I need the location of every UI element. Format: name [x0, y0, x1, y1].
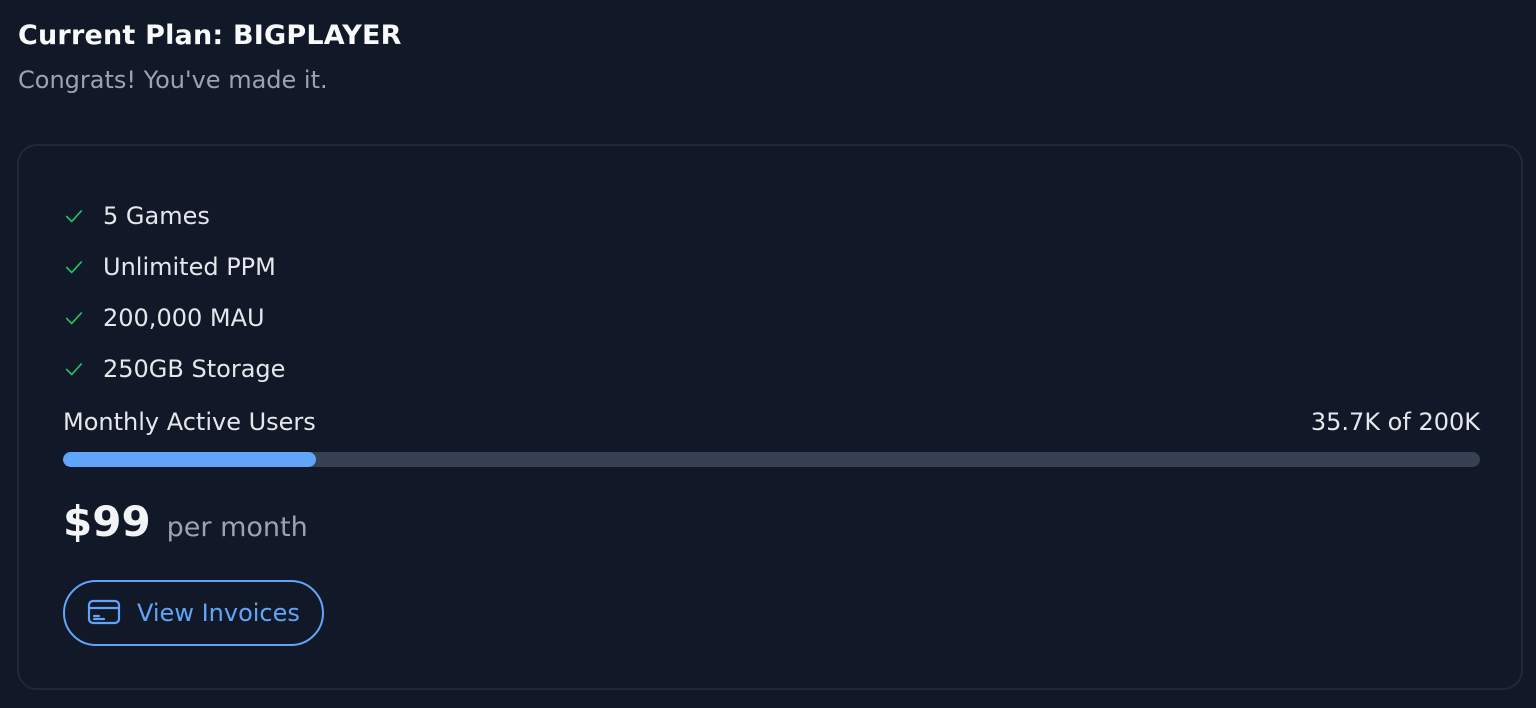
usage-progress-bar [63, 452, 1480, 467]
feature-label: 200,000 MAU [103, 303, 265, 332]
view-invoices-button[interactable]: View Invoices [63, 580, 324, 646]
feature-label: 5 Games [103, 201, 210, 230]
price-period: per month [166, 512, 308, 543]
plan-subtitle: Congrats! You've made it. [18, 66, 328, 94]
billing-page: Current Plan: BIGPLAYER Congrats! You've… [0, 0, 1536, 708]
usage-header: Monthly Active Users 35.7K of 200K [63, 406, 1480, 438]
credit-card-icon [87, 598, 121, 629]
feature-item: Unlimited PPM [63, 241, 285, 292]
feature-list: 5 Games Unlimited PPM 200,000 MAU 250GB … [63, 190, 285, 394]
view-invoices-label: View Invoices [137, 599, 300, 627]
check-icon [63, 205, 103, 227]
feature-item: 250GB Storage [63, 343, 285, 394]
plan-price: $99 per month [63, 494, 308, 550]
usage-label: Monthly Active Users [63, 408, 316, 436]
check-icon [63, 358, 103, 380]
mau-usage: Monthly Active Users 35.7K of 200K [63, 406, 1480, 467]
plan-card: 5 Games Unlimited PPM 200,000 MAU 250GB … [17, 144, 1523, 690]
price-amount: $99 [63, 497, 151, 546]
plan-title: Current Plan: BIGPLAYER [18, 20, 402, 51]
feature-item: 5 Games [63, 190, 285, 241]
usage-value: 35.7K of 200K [1310, 408, 1480, 436]
usage-progress-fill [63, 452, 316, 467]
feature-label: 250GB Storage [103, 354, 286, 383]
feature-label: Unlimited PPM [103, 252, 276, 281]
check-icon [63, 256, 103, 278]
plan-header: Current Plan: BIGPLAYER Congrats! You've… [18, 18, 402, 96]
feature-item: 200,000 MAU [63, 292, 285, 343]
check-icon [63, 307, 103, 329]
